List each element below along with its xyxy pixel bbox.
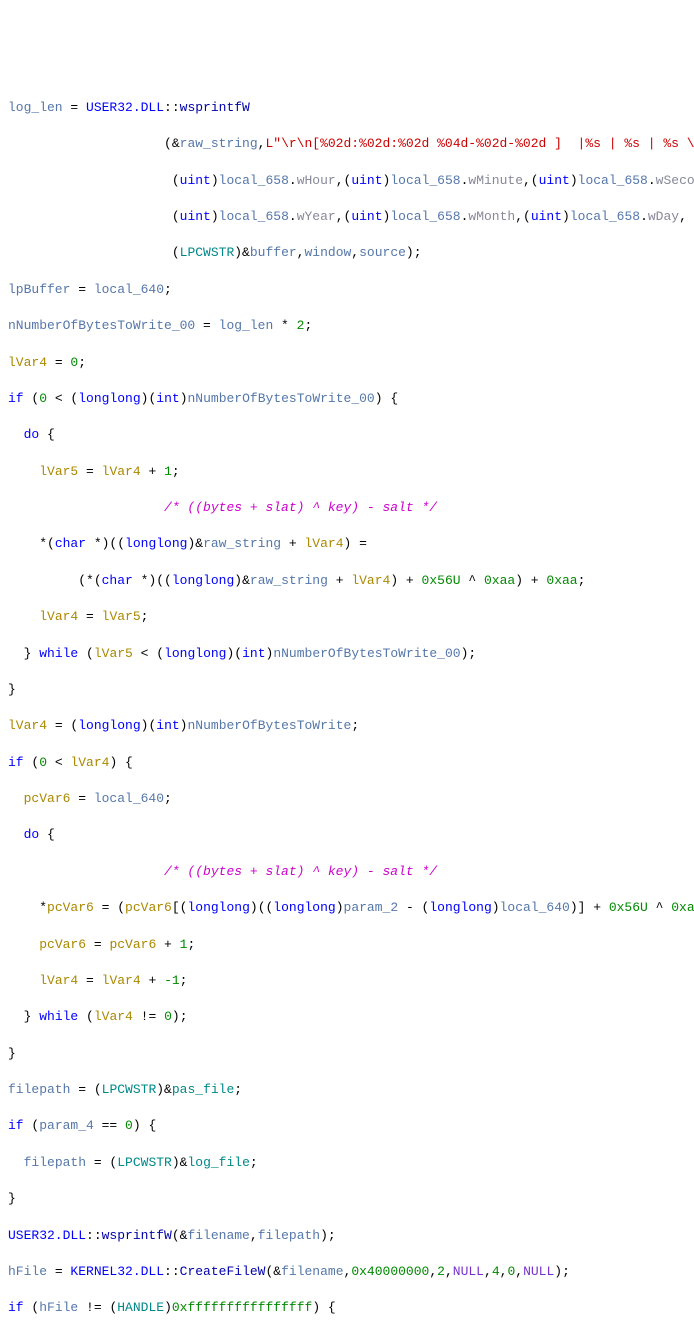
code-line: /* ((bytes + slat) ^ key) - salt */ bbox=[8, 499, 686, 517]
code-line: (uint)local_658.wHour,(uint)local_658.wM… bbox=[8, 172, 686, 190]
code-line: if (param_4 == 0) { bbox=[8, 1117, 686, 1135]
code-line: } bbox=[8, 681, 686, 699]
code-line: filepath = (LPCWSTR)&log_file; bbox=[8, 1154, 686, 1172]
code-line: pcVar6 = pcVar6 + 1; bbox=[8, 936, 686, 954]
code-line: if (0 < lVar4) { bbox=[8, 754, 686, 772]
code-line: nNumberOfBytesToWrite_00 = log_len * 2; bbox=[8, 317, 686, 335]
code-line: log_len = USER32.DLL::wsprintfW bbox=[8, 99, 686, 117]
comment: /* ((bytes + slat) ^ key) - salt */ bbox=[164, 500, 437, 515]
code-line: (uint)local_658.wYear,(uint)local_658.wM… bbox=[8, 208, 686, 226]
code-line: lpBuffer = local_640; bbox=[8, 281, 686, 299]
code-line: *pcVar6 = (pcVar6[(longlong)((longlong)p… bbox=[8, 899, 686, 917]
comment: /* ((bytes + slat) ^ key) - salt */ bbox=[164, 864, 437, 879]
code-line: do { bbox=[8, 426, 686, 444]
code-line: if (0 < (longlong)(int)nNumberOfBytesToW… bbox=[8, 390, 686, 408]
code-line: /* ((bytes + slat) ^ key) - salt */ bbox=[8, 863, 686, 881]
code-line: lVar4 = lVar5; bbox=[8, 608, 686, 626]
code-line: lVar5 = lVar4 + 1; bbox=[8, 463, 686, 481]
code-line: filepath = (LPCWSTR)&pas_file; bbox=[8, 1081, 686, 1099]
code-line: lVar4 = 0; bbox=[8, 354, 686, 372]
code-line: (&raw_string,L"\r\n[%02d:%02d:%02d %04d-… bbox=[8, 135, 686, 153]
code-line: hFile = KERNEL32.DLL::CreateFileW(&filen… bbox=[8, 1263, 686, 1281]
code-line: (LPCWSTR)&buffer,window,source); bbox=[8, 244, 686, 262]
code-line: } bbox=[8, 1045, 686, 1063]
code-line: } while (lVar5 < (longlong)(int)nNumberO… bbox=[8, 645, 686, 663]
code-line: *(char *)((longlong)&raw_string + lVar4)… bbox=[8, 535, 686, 553]
code-line: do { bbox=[8, 826, 686, 844]
code-line: (*(char *)((longlong)&raw_string + lVar4… bbox=[8, 572, 686, 590]
code-viewer: log_len = USER32.DLL::wsprintfW (&raw_st… bbox=[8, 81, 686, 1320]
code-line: lVar4 = lVar4 + -1; bbox=[8, 972, 686, 990]
code-line: pcVar6 = local_640; bbox=[8, 790, 686, 808]
code-line: lVar4 = (longlong)(int)nNumberOfBytesToW… bbox=[8, 717, 686, 735]
code-line: } while (lVar4 != 0); bbox=[8, 1008, 686, 1026]
code-line: if (hFile != (HANDLE)0xffffffffffffffff)… bbox=[8, 1299, 686, 1317]
string-literal: L"\r\n[%02d:%02d:%02d %04d-%02d-%02d ] |… bbox=[265, 136, 694, 151]
var-log-len: log_len bbox=[8, 100, 63, 115]
code-line: USER32.DLL::wsprintfW(&filename,filepath… bbox=[8, 1227, 686, 1245]
code-line: } bbox=[8, 1190, 686, 1208]
